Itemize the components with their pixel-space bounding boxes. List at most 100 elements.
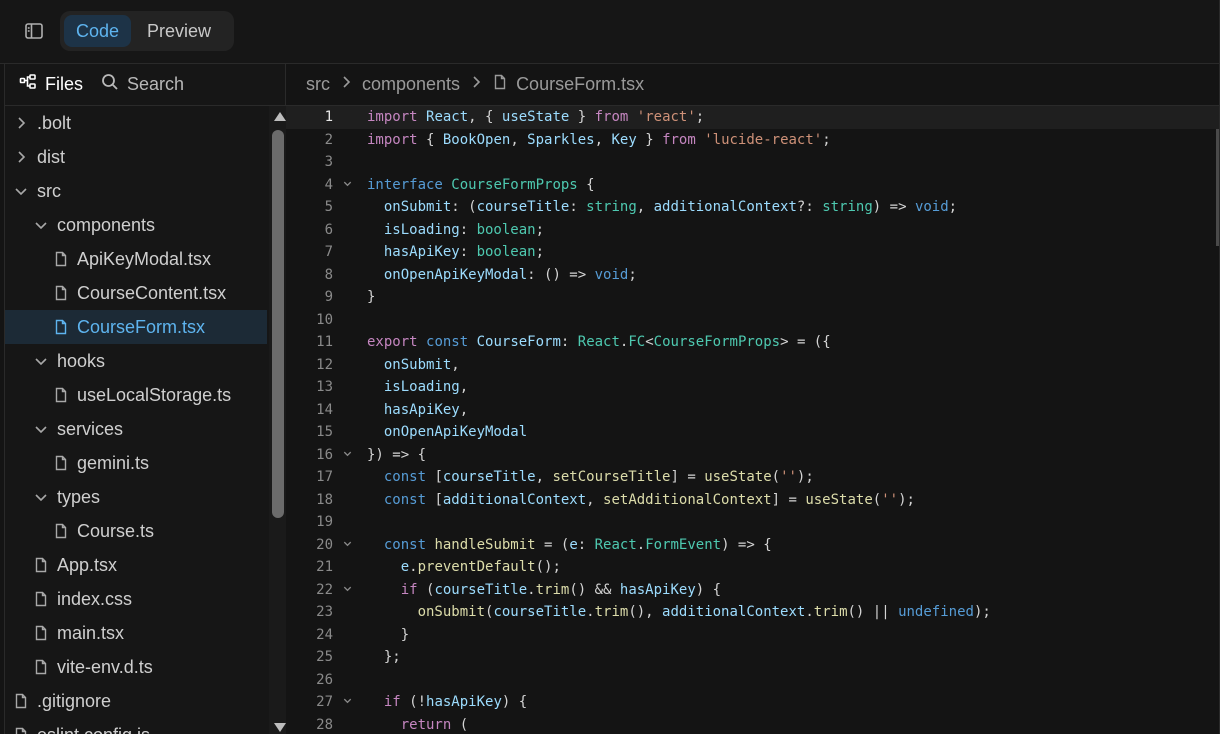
tree-file-uselocalstorage-ts[interactable]: useLocalStorage.ts (5, 378, 267, 412)
code-line[interactable]: 14 hasApiKey, (286, 399, 1220, 422)
code-token: 'react' (636, 109, 696, 125)
tree-file-courseform-tsx[interactable]: CourseForm.tsx (5, 310, 267, 344)
code-token: undefined (898, 604, 974, 620)
chevron-down-icon (33, 217, 49, 233)
breadcrumb-src[interactable]: src (306, 74, 330, 95)
code-line[interactable]: 5 onSubmit: (courseTitle: string, additi… (286, 196, 1220, 219)
code-line[interactable]: 9} (286, 286, 1220, 309)
code-line[interactable]: 4 interface CourseFormProps { (286, 174, 1220, 197)
code-token: ; (628, 266, 637, 283)
code-line[interactable]: 24 } (286, 624, 1220, 647)
code-token: . (636, 536, 646, 553)
tree-item-label: dist (37, 146, 66, 167)
code-line[interactable]: 12 onSubmit, (286, 354, 1220, 377)
view-mode-switch: Code Preview (60, 11, 234, 51)
tree-folder-dist[interactable]: dist (5, 140, 267, 174)
code-token: CourseForm (476, 334, 561, 350)
line-number: 13 (316, 379, 333, 395)
sidebar-toggle-icon[interactable] (24, 21, 44, 41)
tree-folder-types[interactable]: types (5, 480, 267, 514)
code-line[interactable]: 22 if (courseTitle.trim() && hasApiKey) … (286, 579, 1220, 602)
fold-chevron-icon[interactable] (342, 691, 356, 714)
tab-search[interactable]: Search (101, 73, 184, 96)
code-line[interactable]: 25 }; (286, 646, 1220, 669)
code-line[interactable]: 7 hasApiKey: boolean; (286, 241, 1220, 264)
code-line[interactable]: 26 (286, 669, 1220, 692)
breadcrumb-components[interactable]: components (362, 74, 460, 95)
code-token: ); (973, 604, 991, 620)
code-line[interactable]: 13 isLoading, (286, 376, 1220, 399)
tree-item-label: eslint.config.js (37, 725, 150, 734)
tree-folder-hooks[interactable]: hooks (5, 344, 267, 378)
code-token: from (662, 131, 696, 148)
tree-file-app-tsx[interactable]: App.tsx (5, 548, 267, 582)
scroll-down-icon[interactable] (274, 723, 286, 732)
code-line[interactable]: 20 const handleSubmit = (e: React.FormEv… (286, 534, 1220, 557)
tree-folder-bolt[interactable]: .bolt (5, 106, 267, 140)
code-token: }) => { (367, 446, 427, 463)
tab-code[interactable]: Code (64, 15, 132, 47)
scroll-thumb[interactable] (272, 130, 284, 518)
code-text: onSubmit, (367, 354, 460, 377)
tree-file-index-css[interactable]: index.css (5, 582, 267, 616)
code-text: }) => { (367, 444, 426, 467)
code-token: , { (468, 109, 502, 125)
line-number: 19 (316, 514, 333, 530)
breadcrumb-file[interactable]: CourseForm.tsx (516, 74, 644, 95)
code-line[interactable]: 11 export const CourseForm: React.FC<Cour… (286, 331, 1220, 354)
code-editor[interactable]: 1 import React, { useState } from 'react'… (286, 106, 1220, 734)
code-text: }; (367, 646, 401, 669)
tree-folder-services[interactable]: services (5, 412, 267, 446)
fold-chevron-icon[interactable] (342, 174, 356, 197)
code-token: additionalContext (442, 491, 587, 508)
code-line[interactable]: 16 }) => { (286, 444, 1220, 467)
code-line[interactable]: 27 if (!hasApiKey) { (286, 691, 1220, 714)
tab-files[interactable]: Files (19, 73, 83, 96)
code-text: onSubmit: (courseTitle: string, addition… (367, 196, 957, 219)
code-line[interactable]: 10 (286, 309, 1220, 332)
file-tree-scrollbar[interactable] (269, 106, 287, 734)
code-line[interactable]: 1 import React, { useState } from 'react'… (286, 106, 1220, 129)
tree-file-vite-env-d-ts[interactable]: vite-env.d.ts (5, 650, 267, 684)
code-text: if (courseTitle.trim() && hasApiKey) { (367, 579, 721, 602)
tree-folder-components[interactable]: components (5, 208, 267, 242)
tab-preview[interactable]: Preview (135, 15, 223, 47)
code-line[interactable]: 17 const [courseTitle, setCourseTitle] =… (286, 466, 1220, 489)
code-line[interactable]: 6 isLoading: boolean; (286, 219, 1220, 242)
code-line[interactable]: 8 onOpenApiKeyModal: () => void; (286, 264, 1220, 287)
code-text: return ( (367, 714, 468, 734)
code-line[interactable]: 28 return ( (286, 714, 1220, 734)
fold-chevron-icon[interactable] (342, 534, 356, 557)
code-token: : ( (451, 199, 477, 215)
code-line[interactable]: 2 import { BookOpen, Sparkles, Key } from… (286, 129, 1220, 152)
tree-folder-src[interactable]: src (5, 174, 267, 208)
scroll-up-icon[interactable] (274, 112, 286, 121)
code-token: ) => (872, 199, 915, 215)
code-token: setAdditionalContext (603, 491, 772, 508)
fold-chevron-icon[interactable] (342, 444, 356, 467)
code-token: onSubmit (383, 199, 452, 215)
tree-file-gitignore[interactable]: .gitignore (5, 684, 267, 718)
fold-chevron-icon[interactable] (342, 579, 356, 602)
tree-file-course-ts[interactable]: Course.ts (5, 514, 267, 548)
tree-file-gemini-ts[interactable]: gemini.ts (5, 446, 267, 480)
tree-file-eslint-config-js[interactable]: eslint.config.js (5, 718, 267, 734)
code-token: : (569, 199, 587, 215)
code-token: ] = (771, 491, 806, 508)
line-number: 16 (316, 446, 333, 463)
tree-item-label: .gitignore (37, 690, 112, 711)
code-line[interactable]: 19 (286, 511, 1220, 534)
code-line[interactable]: 21 e.preventDefault(); (286, 556, 1220, 579)
code-token: CourseFormProps (653, 334, 781, 350)
line-number: 4 (324, 176, 333, 193)
tree-file-coursecontent-tsx[interactable]: CourseContent.tsx (5, 276, 267, 310)
code-line[interactable]: 3 (286, 151, 1220, 174)
tree-item-label: App.tsx (57, 554, 118, 575)
code-line[interactable]: 23 onSubmit(courseTitle.trim(), addition… (286, 601, 1220, 624)
code-line[interactable]: 15 onOpenApiKeyModal (286, 421, 1220, 444)
chevron-right-icon (338, 74, 354, 95)
tree-file-main-tsx[interactable]: main.tsx (5, 616, 267, 650)
tree-file-apikeymodal-tsx[interactable]: ApiKeyModal.tsx (5, 242, 267, 276)
code-line[interactable]: 18 const [additionalContext, setAddition… (286, 489, 1220, 512)
